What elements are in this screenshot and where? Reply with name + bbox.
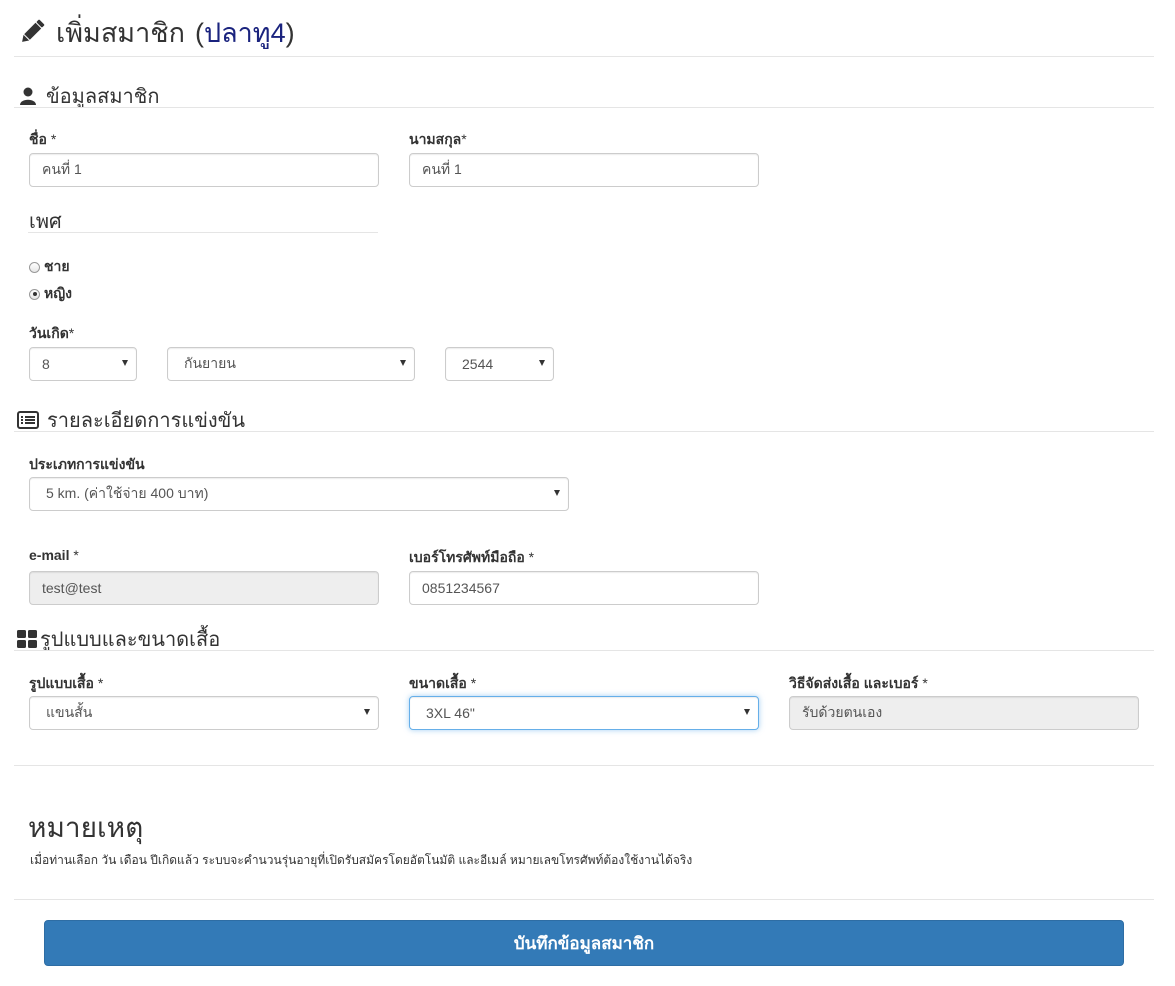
page-title: เพิ่มสมาชิก (ปลาทู4) bbox=[18, 12, 295, 52]
list-icon bbox=[17, 411, 39, 429]
email-label: e-mail * bbox=[29, 547, 79, 563]
divider bbox=[14, 765, 1154, 766]
divider bbox=[14, 650, 1154, 651]
delivery-label: วิธีจัดส่งเสื้อ และเบอร์ * bbox=[789, 675, 928, 691]
shirt-size-select[interactable]: 3XL 46" bbox=[409, 696, 759, 730]
sex-option-female[interactable]: หญิง bbox=[29, 283, 72, 305]
divider bbox=[28, 232, 378, 233]
radio-male[interactable] bbox=[29, 261, 40, 273]
birth-year-select[interactable]: 2544 bbox=[445, 347, 554, 381]
shirt-size-label: ขนาดเสื้อ * bbox=[409, 675, 477, 691]
note-text: เมื่อท่านเลือก วัน เดือน ปีเกิดแล้ว ระบบ… bbox=[30, 853, 693, 867]
user-icon bbox=[18, 86, 38, 106]
shirt-style-label: รูปแบบเสื้อ * bbox=[29, 675, 104, 691]
birthdate-label: วันเกิด* bbox=[29, 325, 75, 341]
delivery-field[interactable]: รับด้วยตนเอง bbox=[789, 696, 1139, 730]
caret-down-icon bbox=[539, 360, 545, 366]
grid-icon bbox=[17, 630, 37, 648]
phone-field[interactable]: 0851234567 bbox=[409, 571, 759, 605]
divider bbox=[14, 56, 1154, 57]
divider bbox=[14, 107, 1154, 108]
radio-female[interactable] bbox=[29, 288, 40, 300]
divider bbox=[14, 431, 1154, 432]
save-member-button[interactable]: บันทึกข้อมูลสมาชิก bbox=[44, 920, 1124, 966]
email-field[interactable]: test@test bbox=[29, 571, 379, 605]
member-name: ปลาทู4 bbox=[203, 17, 286, 48]
race-type-select[interactable]: 5 km. (ค่าใช้จ่าย 400 บาท) bbox=[29, 477, 569, 511]
caret-down-icon bbox=[400, 360, 406, 366]
phone-label: เบอร์โทรศัพท์มือถือ * bbox=[409, 549, 535, 565]
caret-down-icon bbox=[744, 709, 750, 715]
caret-down-icon bbox=[554, 490, 560, 496]
page-title-text: เพิ่มสมาชิก bbox=[56, 17, 185, 48]
race-type-label: ประเภทการแข่งขัน bbox=[29, 456, 145, 472]
first-name-input[interactable]: คนที่ 1 bbox=[29, 153, 379, 187]
last-name-input[interactable]: คนที่ 1 bbox=[409, 153, 759, 187]
first-name-label: ชื่อ * bbox=[29, 131, 57, 147]
birth-month-select[interactable]: กันยายน bbox=[167, 347, 415, 381]
sex-option-male[interactable]: ชาย bbox=[29, 256, 70, 278]
caret-down-icon bbox=[364, 709, 370, 715]
last-name-label: นามสกุล* bbox=[409, 131, 467, 147]
divider bbox=[14, 899, 1154, 900]
birth-day-select[interactable]: 8 bbox=[29, 347, 137, 381]
pencil-icon bbox=[18, 18, 46, 46]
shirt-style-select[interactable]: แขนสั้น bbox=[29, 696, 379, 730]
note-title: หมายเหตุ bbox=[28, 812, 144, 843]
caret-down-icon bbox=[122, 360, 128, 366]
